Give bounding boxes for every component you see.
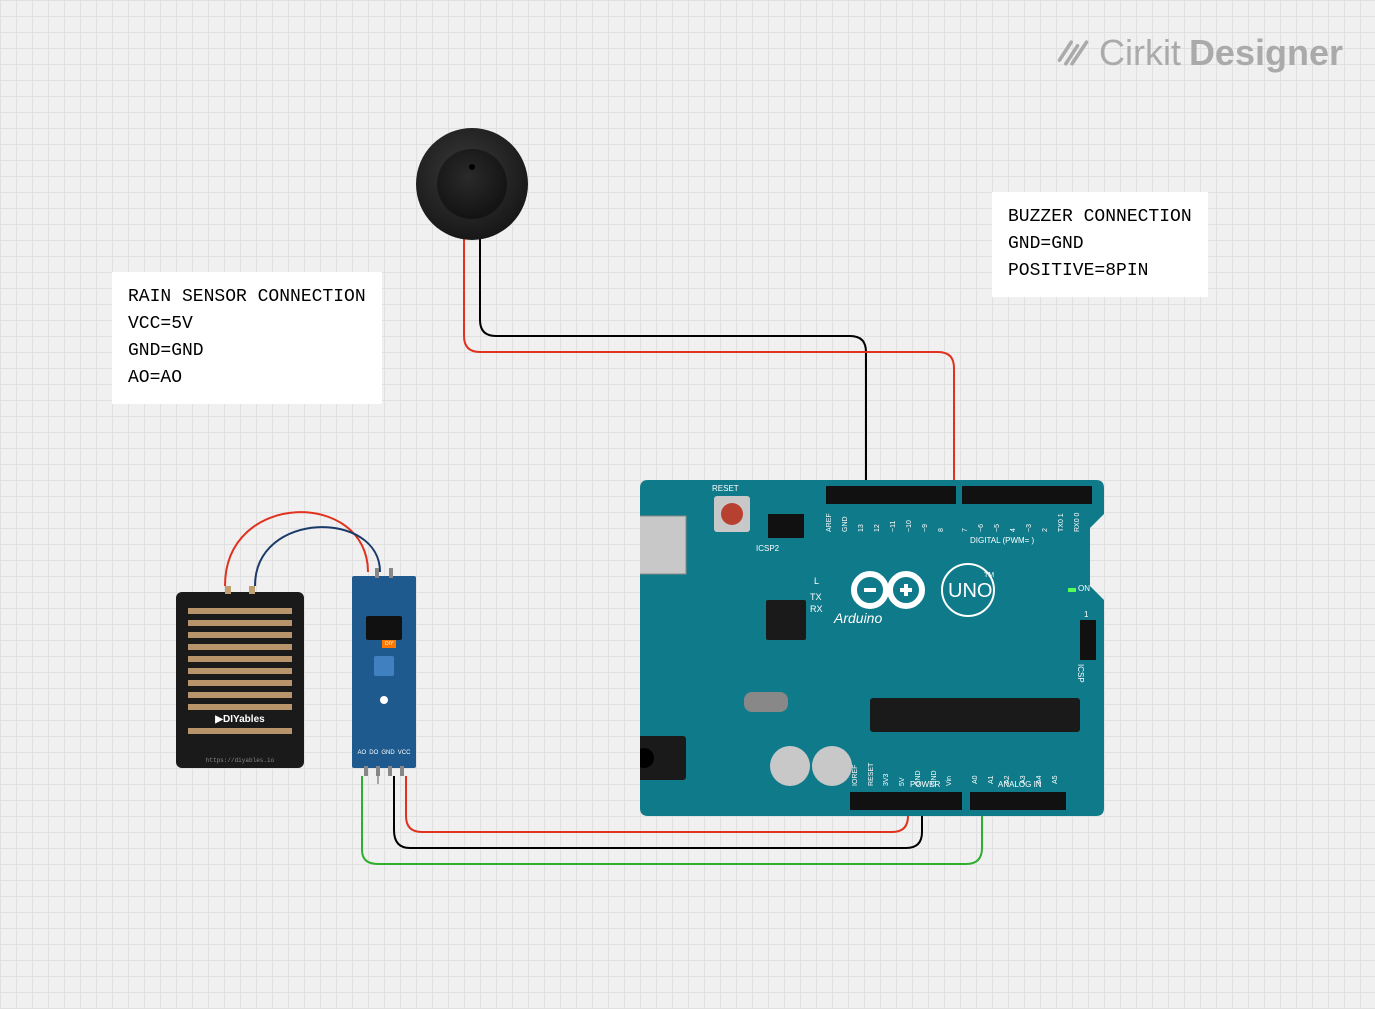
rain-pin-do: DO [369,750,378,756]
rain-plate-footer: https://diyables.io [176,757,304,764]
arduino-l-label: L [814,576,819,586]
arduino-power-pin-labels: IOREF RESET 3V3 5V GND GND Vin [852,756,962,786]
note-rain-title: RAIN SENSOR CONNECTION [128,287,366,307]
rain-pin-ao: AO [358,750,367,756]
rain-pin-vcc: VCC [398,750,411,756]
arduino-name: Arduino [834,610,882,626]
arduino-rx-label: RX [810,604,823,614]
rain-module-pin-labels: AO DO GND VCC [356,750,412,756]
arduino-top-pin-labels: AREF GND 13 12 ~11 ~10 ~9 8 7 ~6 ~5 4 ~3… [826,508,1092,532]
rain-module-chip-icon [366,616,402,640]
rain-module-potentiometer-icon [374,656,394,676]
note-rain-line-0: VCC=5V [128,314,193,334]
arduino-tm: TM [984,572,994,579]
rain-plate-label: ▶DIYables [176,711,304,728]
logo-icon [1055,35,1091,71]
rain-module-top-pins [370,568,398,578]
brand-part2: Designer [1189,32,1343,74]
arduino-tx-label: TX [810,592,822,602]
note-rain-sensor: RAIN SENSOR CONNECTION VCC=5V GND=GND AO… [112,272,382,404]
rain-sensor-module[interactable]: DIY AO DO GND VCC [352,576,416,768]
arduino-digital-1: 1 [1084,610,1088,619]
rain-module-diy-label: DIY [382,640,396,648]
rain-module-bottom-pins [360,766,408,776]
note-buzzer: BUZZER CONNECTION GND=GND POSITIVE=8PIN [992,192,1208,297]
arduino-uno-board[interactable]: RESET ICSP2 ICSP ON L TX RX UNO TM Ardui… [640,480,1104,816]
buzzer-hole-icon [469,164,475,170]
rain-sensor-plate[interactable]: ▶DIYables https://diyables.io [176,592,304,768]
note-buzzer-title: BUZZER CONNECTION [1008,207,1192,227]
brand-part1: Cirkit [1099,32,1181,74]
arduino-on-label: ON [1078,584,1090,593]
rain-module-led-icon [380,696,388,704]
rain-plate-pads [216,586,264,594]
note-rain-line-2: AO=AO [128,368,182,388]
arduino-reset-label: RESET [712,484,739,493]
arduino-model: UNO [948,580,992,603]
buzzer-component[interactable] [416,128,528,240]
arduino-icsp-label: ICSP [1076,664,1085,683]
arduino-analog-pin-labels: A0 A1 A2 A3 A4 A5 [972,764,1068,784]
note-buzzer-line-0: GND=GND [1008,234,1084,254]
note-buzzer-line-1: POSITIVE=8PIN [1008,261,1148,281]
note-rain-line-1: GND=GND [128,341,204,361]
wire-plate-module-1 [225,512,368,586]
rain-pin-gnd: GND [381,750,394,756]
arduino-icsp2-label: ICSP2 [756,544,779,553]
wire-buzzer-gnd [480,238,866,488]
brand-logo: Cirkit Designer [1055,32,1343,74]
wire-buzzer-positive [464,238,954,488]
arduino-digital-label: DIGITAL (PWM= ) [970,536,1034,545]
